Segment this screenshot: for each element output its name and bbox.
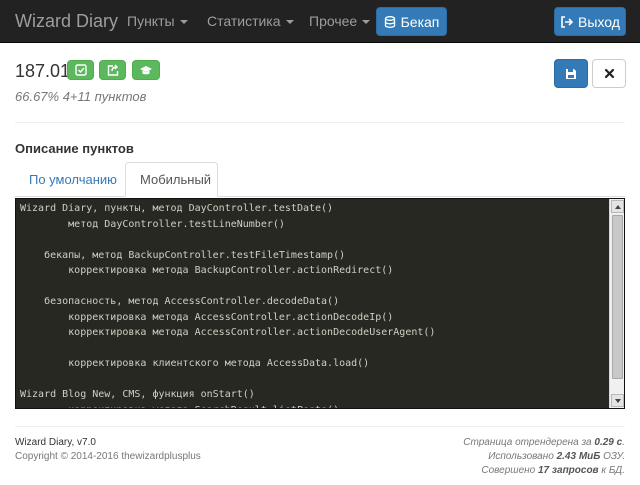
memory-prefix: Использовано	[488, 451, 557, 462]
complete-button[interactable]	[67, 60, 94, 80]
close-icon	[604, 68, 615, 79]
menu-statistics-label: Статистика	[207, 13, 281, 29]
chevron-down-icon	[285, 20, 294, 25]
code-editor[interactable]: Wizard Diary, пункты, метод DayControlle…	[15, 198, 625, 409]
code-line: корректировка метода BackupController.ac…	[20, 265, 394, 276]
sign-out-icon	[560, 15, 574, 28]
memory-suffix: ОЗУ.	[600, 451, 625, 462]
floppy-disk-icon	[565, 68, 577, 80]
menu-statistics[interactable]: Статистика	[207, 12, 294, 30]
code-line: безопасность, метод AccessController.dec…	[20, 296, 340, 307]
menu-items-label: Пункты	[127, 13, 175, 29]
menu-other[interactable]: Прочее	[309, 12, 371, 30]
logout-button-label: Выход	[578, 13, 620, 30]
page-title: 187.01	[15, 61, 71, 81]
points-summary: 66.67% 4+11 пунктов	[15, 89, 147, 104]
render-prefix: Страница отрендерена за	[463, 437, 595, 448]
share-square-icon	[107, 64, 119, 76]
save-button[interactable]	[554, 59, 588, 88]
render-time: Страница отрендерена за 0.29 с.	[463, 437, 625, 448]
graduate-button[interactable]	[132, 60, 160, 80]
code-line: Wizard Blog New, CMS, функция onStart()	[20, 389, 255, 400]
chevron-down-icon	[362, 20, 371, 25]
copyright: Copyright © 2014-2016 thewizardplusplus	[15, 451, 201, 462]
code-text: Wizard Diary, пункты, метод DayControlle…	[20, 201, 608, 409]
graduation-cap-icon	[139, 65, 153, 76]
arrow-down-icon	[614, 398, 621, 403]
scroll-down-button[interactable]	[611, 394, 624, 407]
memory-usage: Использовано 2.43 МиБ ОЗУ.	[488, 451, 625, 462]
code-line: корректировка метода SearchResult.listPo…	[20, 403, 608, 409]
section-title: Описание пунктов	[15, 141, 134, 156]
check-square-icon	[74, 64, 87, 76]
tab-mobile-label: Мобильный	[140, 172, 212, 187]
chevron-down-icon	[179, 20, 188, 25]
arrow-up-icon	[614, 204, 621, 209]
code-line: корректировка метода AccessController.ac…	[20, 327, 436, 338]
editor-scrollbar[interactable]	[609, 199, 624, 408]
menu-other-label: Прочее	[309, 13, 358, 29]
code-line: метод DayController.testLineNumber()	[20, 218, 285, 230]
tab-default-label: По умолчанию	[29, 172, 117, 187]
backup-button[interactable]: Бекап	[376, 7, 447, 36]
code-line: бекапы, метод BackupController.testFileT…	[20, 249, 346, 261]
queries-suffix: к БД.	[598, 465, 625, 476]
brand-link[interactable]: Wizard Diary	[15, 10, 118, 32]
navbar: Wizard Diary Пункты Статистика Прочее Бе…	[0, 0, 640, 43]
database-icon	[384, 15, 396, 28]
memory-value: 2.43 МиБ	[556, 451, 601, 462]
tab-mobile[interactable]: Мобильный	[125, 162, 218, 197]
queries-prefix: Совершено	[481, 465, 538, 476]
db-queries: Совершено 17 запросов к БД.	[481, 465, 625, 476]
render-value: 0.29 с	[594, 437, 623, 448]
divider	[15, 122, 625, 123]
footer-divider	[15, 426, 625, 427]
render-suffix: .	[622, 437, 625, 448]
menu-items[interactable]: Пункты	[127, 12, 188, 30]
code-line: корректировка клиентского метода AccessD…	[20, 358, 370, 369]
code-line: корректировка метода AccessController.ac…	[20, 311, 394, 323]
queries-value: 17 запросов	[538, 465, 599, 476]
logout-button[interactable]: Выход	[554, 7, 626, 36]
close-button[interactable]	[592, 59, 626, 88]
scroll-up-button[interactable]	[611, 200, 624, 213]
app-version: Wizard Diary, v7.0	[15, 437, 96, 448]
code-line: Wizard Diary, пункты, метод DayControlle…	[20, 203, 334, 214]
backup-button-label: Бекап	[400, 13, 440, 30]
tab-default[interactable]: По умолчанию	[15, 162, 131, 197]
share-button[interactable]	[99, 60, 126, 80]
scrollbar-thumb[interactable]	[612, 215, 623, 379]
